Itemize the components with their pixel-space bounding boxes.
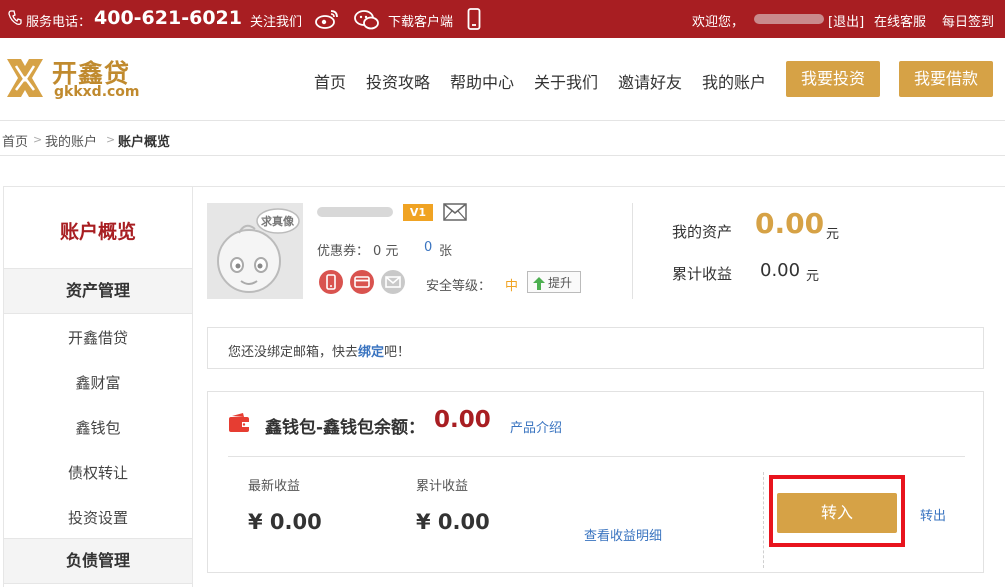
dotted-divider	[763, 472, 764, 568]
nav-invest-guide[interactable]: 投资攻略	[366, 69, 430, 93]
wallet-divider	[228, 456, 965, 457]
security-label: 安全等级：	[426, 279, 492, 294]
card-verify-icon[interactable]	[349, 269, 375, 299]
notice-text: 您还没绑定邮箱，快去绑定吧！	[228, 341, 410, 360]
username-blurred	[317, 207, 393, 217]
sidebar-section-liability-management[interactable]: 负债管理	[4, 538, 192, 584]
notice-text-before: 您还没绑定邮箱，快去	[228, 345, 359, 360]
sidebar-item-kaixin-loan[interactable]: 开鑫借贷	[4, 327, 192, 348]
product-intro-link[interactable]: 产品介绍	[510, 417, 562, 436]
breadcrumb-current: 账户概览	[118, 135, 171, 150]
bind-email-link[interactable]: 绑定	[358, 345, 384, 360]
sidebar-item-invest-settings[interactable]: 投资设置	[4, 507, 192, 528]
breadcrumb-home[interactable]: 首页	[2, 131, 28, 150]
logout-link[interactable]: [退出]	[828, 11, 864, 30]
upgrade-security-label: 提升	[548, 276, 573, 290]
invest-button[interactable]: 我要投资	[786, 61, 880, 97]
download-client-label[interactable]: 下载客户端	[388, 11, 453, 30]
sidebar-item-debt-transfer[interactable]: 债权转让	[4, 462, 192, 483]
xin-wallet-panel: 鑫钱包-鑫钱包余额： 0.00 产品介绍 最新收益 ¥ 0.00 累计收益 ¥ …	[207, 391, 984, 573]
cumulative-income-value: ¥ 0.00	[416, 510, 490, 534]
coupon-count: 0	[424, 240, 433, 255]
sidebar-title[interactable]: 账户概览	[4, 217, 192, 244]
daily-checkin-link[interactable]: 每日签到	[942, 11, 994, 30]
avatar[interactable]: 求真像	[207, 203, 303, 299]
breadcrumb-separator: >	[33, 133, 43, 146]
cumulative-income-label: 累计收益	[416, 479, 469, 494]
weibo-icon[interactable]	[314, 8, 340, 34]
coupon-value: 0 元	[373, 244, 399, 259]
breadcrumb: 首页 > 我的账户 > 账户概览	[0, 121, 1005, 156]
wechat-icon[interactable]	[354, 9, 380, 35]
transfer-in-button[interactable]: 转入	[777, 493, 897, 533]
nav-about-us[interactable]: 关于我们	[534, 69, 598, 93]
sidebar: 账户概览 资产管理 开鑫借贷 鑫财富 鑫钱包 债权转让 投资设置 负债管理	[3, 186, 193, 587]
security-level: 中	[505, 279, 519, 294]
email-verify-icon[interactable]	[380, 269, 406, 299]
nav-help-center[interactable]: 帮助中心	[450, 69, 514, 93]
welcome-label: 欢迎您，	[692, 15, 745, 30]
borrow-button[interactable]: 我要借款	[899, 61, 993, 97]
transfer-out-link[interactable]: 转出	[920, 505, 946, 524]
email-binding-notice: 您还没绑定邮箱，快去绑定吧！	[207, 327, 984, 369]
mobile-phone-icon[interactable]	[467, 8, 481, 34]
upgrade-security-button[interactable]: 提升	[527, 271, 581, 293]
main-content: 求真像 V1 优惠券： 0 元 0 张 安全等级： 中 提升 我的资产 0.00…	[193, 186, 1005, 587]
my-assets-unit: 元	[826, 227, 840, 242]
income-detail-link[interactable]: 查看收益明细	[584, 525, 662, 544]
logo-domain: gkkxd.com	[54, 84, 140, 100]
sidebar-item-xin-wallet[interactable]: 鑫钱包	[4, 417, 192, 438]
breadcrumb-separator: >	[106, 133, 116, 146]
logo-mark-icon	[4, 56, 46, 104]
profile-divider	[632, 203, 633, 299]
service-phone: 400-621-6021	[94, 7, 242, 29]
phone-icon	[8, 10, 22, 30]
latest-income-value: ¥ 0.00	[248, 510, 322, 534]
avatar-badge: 求真像	[261, 215, 294, 228]
logo[interactable]: 开鑫贷 gkkxd.com	[4, 56, 154, 104]
my-assets-label: 我的资产	[672, 223, 733, 241]
coupon-unit: 张	[439, 244, 453, 259]
vip-level-badge: V1	[403, 204, 433, 221]
wallet-balance: 0.00	[434, 407, 491, 433]
total-income-label: 累计收益	[672, 265, 733, 283]
sidebar-item-xin-wealth[interactable]: 鑫财富	[4, 372, 192, 393]
online-service-link[interactable]: 在线客服	[874, 11, 926, 30]
total-income-unit: 元	[806, 269, 820, 284]
coupon-label: 优惠券：	[317, 244, 370, 259]
notice-text-after: 吧！	[384, 345, 411, 360]
my-assets-value: 0.00	[755, 207, 825, 240]
highlight-box: 转入	[769, 475, 905, 547]
total-income-value: 0.00	[760, 260, 801, 281]
wallet-icon	[228, 412, 250, 438]
nav-home[interactable]: 首页	[314, 69, 346, 93]
top-bar: 服务电话： 400-621-6021 关注我们 下载客户端 欢迎您， [退出] …	[0, 0, 1005, 38]
nav-my-account[interactable]: 我的账户	[702, 69, 766, 93]
mobile-verify-icon[interactable]	[318, 269, 344, 299]
arrow-up-icon	[533, 275, 545, 294]
wallet-title: 鑫钱包-鑫钱包余额：	[265, 418, 426, 438]
envelope-icon[interactable]	[443, 203, 467, 225]
follow-us-label[interactable]: 关注我们	[250, 11, 302, 30]
site-header: 开鑫贷 gkkxd.com 首页 投资攻略 帮助中心 关于我们 邀请好友 我的账…	[0, 38, 1005, 121]
sidebar-section-asset-management[interactable]: 资产管理	[4, 268, 192, 314]
username-blurred	[754, 14, 824, 24]
latest-income-label: 最新收益	[248, 479, 301, 494]
nav-invite-friends[interactable]: 邀请好友	[618, 69, 682, 93]
service-label: 服务电话：	[26, 15, 92, 30]
breadcrumb-my-account[interactable]: 我的账户	[45, 131, 97, 150]
